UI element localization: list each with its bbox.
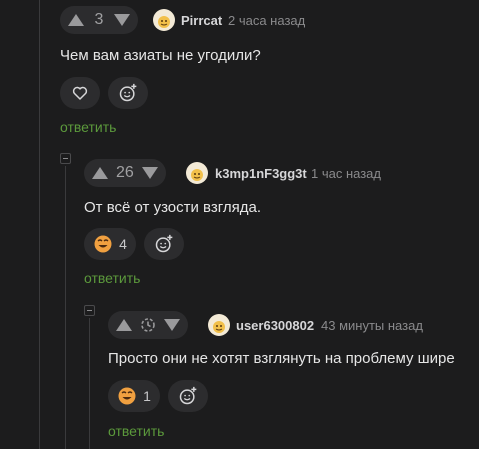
add-reaction-button[interactable] <box>144 228 184 260</box>
comment-timestamp[interactable]: 43 минуты назад <box>321 318 423 333</box>
downvote-icon[interactable] <box>141 167 158 179</box>
downvote-icon[interactable] <box>164 319 180 331</box>
heart-icon <box>72 86 88 100</box>
clock-icon <box>141 318 155 332</box>
reaction-button[interactable]: 1 <box>108 380 160 412</box>
upvote-icon[interactable] <box>68 14 84 26</box>
reply-link[interactable]: ответить <box>84 270 140 286</box>
upvote-icon[interactable] <box>116 319 132 331</box>
reaction-count: 1 <box>143 388 151 404</box>
add-reaction-icon <box>179 386 197 405</box>
reaction-button[interactable]: 4 <box>84 228 136 260</box>
downvote-icon[interactable] <box>114 14 130 26</box>
upvote-icon[interactable] <box>92 167 108 179</box>
thread-line <box>89 318 90 449</box>
like-button[interactable] <box>60 77 100 109</box>
collapse-thread-button[interactable] <box>84 305 95 316</box>
thread-line <box>65 166 66 449</box>
comment-score: 26 <box>116 164 134 181</box>
smile-reaction-icon <box>118 387 136 405</box>
reaction-count: 4 <box>119 236 127 252</box>
rating-control: 26 <box>84 159 166 187</box>
comment-timestamp[interactable]: 1 час назад <box>311 166 381 181</box>
comment-author[interactable]: Pirrcat <box>181 13 222 28</box>
add-reaction-button[interactable] <box>168 380 208 412</box>
reply-link[interactable]: ответить <box>60 119 116 135</box>
comment-author[interactable]: k3mp1nF3gg3t <box>215 166 307 181</box>
comment-score: 3 <box>94 11 104 28</box>
avatar[interactable] <box>208 314 230 336</box>
add-reaction-button[interactable] <box>108 77 148 109</box>
avatar[interactable] <box>153 9 175 31</box>
comment-text: Просто они не хотят взглянуть на проблем… <box>108 350 455 367</box>
thread-line <box>39 0 40 449</box>
collapse-thread-button[interactable] <box>60 153 71 164</box>
reply-link[interactable]: ответить <box>108 423 164 439</box>
comment-text: От всё от узости взгляда. <box>84 199 261 216</box>
add-reaction-icon <box>119 83 137 102</box>
comment-author[interactable]: user6300802 <box>236 318 314 333</box>
comment-timestamp[interactable]: 2 часа назад <box>228 13 305 28</box>
add-reaction-icon <box>155 234 173 253</box>
smile-reaction-icon <box>94 235 112 253</box>
rating-control <box>108 311 188 339</box>
avatar[interactable] <box>186 162 208 184</box>
rating-control: 3 <box>60 6 138 34</box>
comment-text: Чем вам азиаты не угодили? <box>60 47 261 64</box>
